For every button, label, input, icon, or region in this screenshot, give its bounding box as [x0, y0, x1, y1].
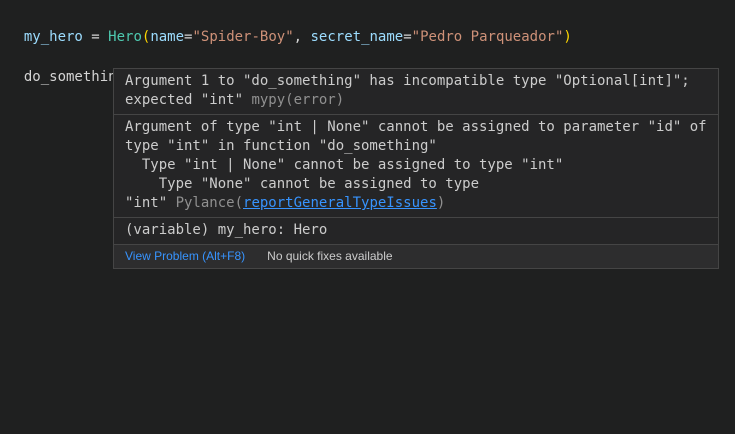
diagnostic-message-line: "int" Pylance(reportGeneralTypeIssues)	[125, 194, 708, 213]
view-problem-link[interactable]: View Problem (Alt+F8)	[125, 249, 245, 263]
code-token-function: do_something	[24, 69, 125, 85]
hover-variable-info: (variable) my_hero: Hero	[114, 217, 718, 244]
code-token-comma: ,	[294, 29, 311, 45]
code-token-class: Hero	[108, 29, 142, 45]
no-quick-fixes-text: No quick fixes available	[267, 249, 392, 263]
code-line-1[interactable]: my_hero = Hero(name="Spider-Boy", secret…	[7, 9, 572, 47]
code-token-variable: my_hero	[24, 29, 83, 45]
editor-hover-widget: Argument 1 to "do_something" has incompa…	[113, 68, 719, 269]
diagnostic-message-line: Argument of type "int | None" cannot be …	[125, 118, 708, 137]
diagnostic-message-text: expected "int"	[125, 92, 251, 108]
diagnostic-source: Pylance(	[176, 195, 243, 211]
code-token-operator: =	[83, 29, 108, 45]
diagnostic-source: )	[437, 195, 445, 211]
diagnostic-message-line: Argument 1 to "do_something" has incompa…	[125, 72, 708, 91]
code-token-param: secret_name	[311, 29, 404, 45]
diagnostic-message-line: expected "int" mypy(error)	[125, 91, 708, 110]
variable-type-text: (variable) my_hero: Hero	[125, 221, 708, 240]
diagnostic-message-line: Type "int | None" cannot be assigned to …	[125, 156, 708, 175]
diagnostic-source: mypy(error)	[251, 92, 344, 108]
diagnostic-rule-link[interactable]: reportGeneralTypeIssues	[243, 195, 437, 211]
diagnostic-message-line: type "int" in function "do_something"	[125, 137, 708, 156]
diagnostic-message-line: Type "None" cannot be assigned to type	[125, 175, 708, 194]
code-token-operator: =	[403, 29, 411, 45]
code-token-string: "Pedro Parqueador"	[412, 29, 564, 45]
code-token-bracket: )	[563, 29, 571, 45]
diagnostic-message-text: "int"	[125, 195, 176, 211]
diagnostic-pylance: Argument of type "int | None" cannot be …	[114, 114, 718, 217]
code-token-param: name	[150, 29, 184, 45]
diagnostic-mypy: Argument 1 to "do_something" has incompa…	[114, 69, 718, 114]
code-token-string: "Spider-Boy"	[192, 29, 293, 45]
hover-status-bar: View Problem (Alt+F8) No quick fixes ava…	[114, 244, 718, 268]
